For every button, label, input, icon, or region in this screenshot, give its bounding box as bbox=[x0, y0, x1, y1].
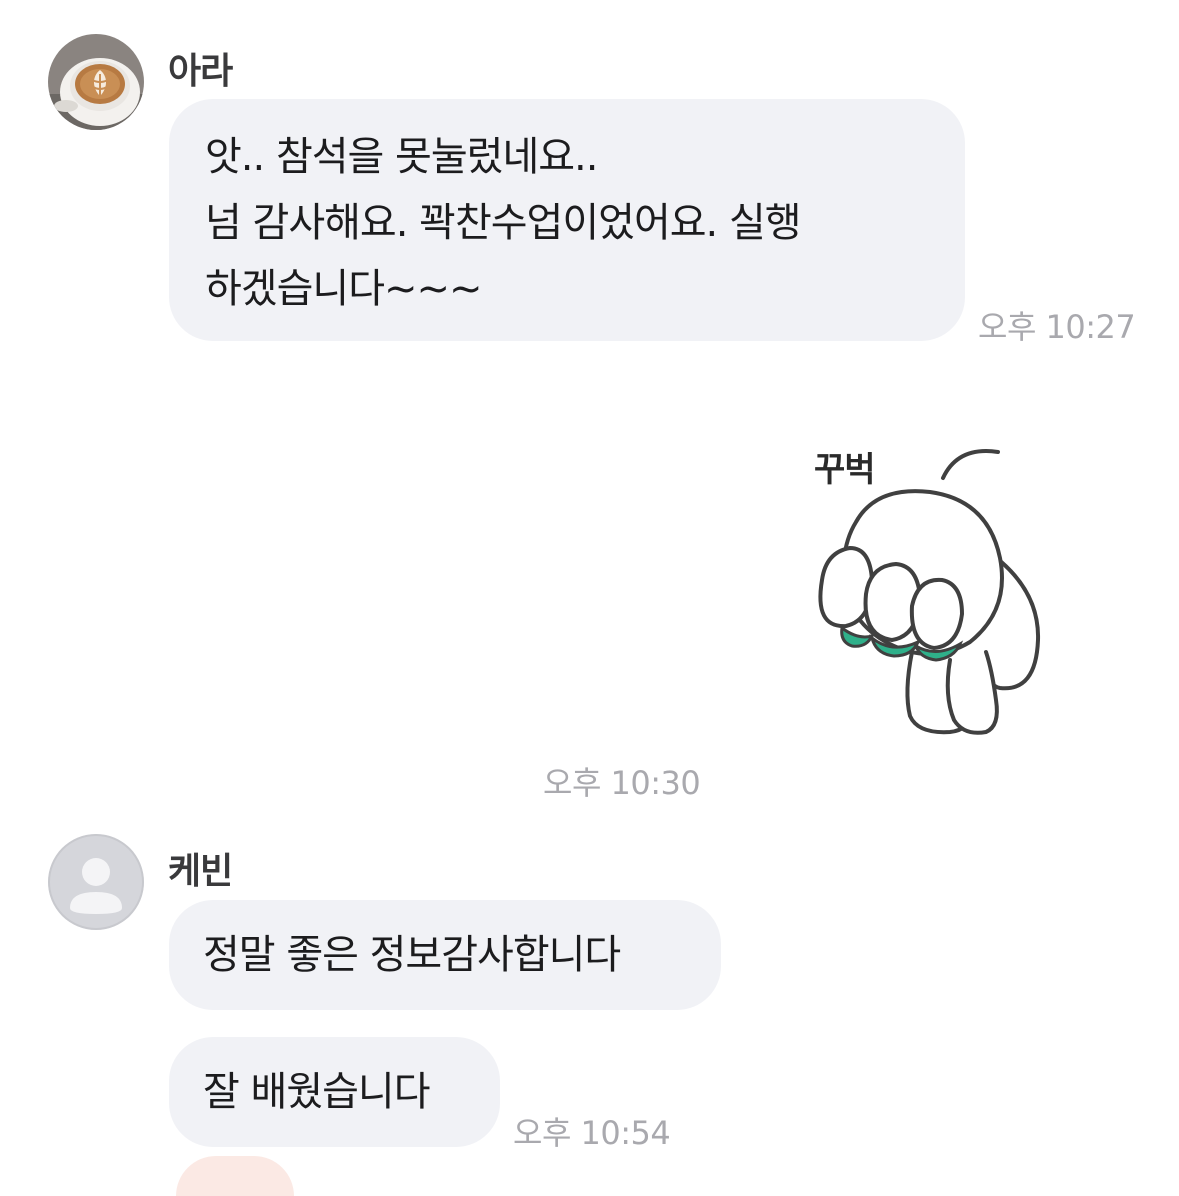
kevin-avatar[interactable] bbox=[48, 834, 144, 930]
latte-avatar-icon bbox=[48, 34, 144, 130]
message-line-3: 하겠습니다~~~ bbox=[205, 266, 483, 312]
message-text: 정말 좋은 정보감사합니다 bbox=[203, 932, 621, 978]
message-bubble-ara[interactable]: 앗.. 참석을 못눌렀네요.. 넘 감사해요. 꽉찬수업이었어요. 실행 하겠습… bbox=[169, 99, 965, 341]
message-text: 잘 배웠습니다 bbox=[203, 1069, 431, 1115]
message-bubble-kevin-1[interactable]: 정말 좋은 정보감사합니다 bbox=[169, 900, 721, 1010]
chat-screen: { "messages": [ { "sender": "아라", "lines… bbox=[0, 0, 1179, 1196]
timestamp-kevin: 오후 10:54 bbox=[513, 1114, 671, 1152]
bunny-icon bbox=[818, 449, 1041, 735]
sender-name-kevin: 케빈 bbox=[168, 851, 233, 892]
message-line-1: 앗.. 참석을 못눌렀네요.. bbox=[205, 134, 599, 180]
message-bubble-kevin-2[interactable]: 잘 배웠습니다 bbox=[169, 1037, 500, 1147]
default-user-icon bbox=[48, 834, 144, 930]
partial-next-message bbox=[176, 1156, 294, 1196]
ara-avatar[interactable] bbox=[48, 34, 144, 130]
bowing-sticker[interactable]: 꾸벅 bbox=[800, 430, 1050, 740]
timestamp-ara: 오후 10:27 bbox=[978, 308, 1136, 346]
message-line-2: 넘 감사해요. 꽉찬수업이었어요. 실행 bbox=[205, 200, 802, 246]
timestamp-sticker: 오후 10:30 bbox=[543, 764, 701, 802]
sender-name-ara: 아라 bbox=[168, 51, 233, 92]
